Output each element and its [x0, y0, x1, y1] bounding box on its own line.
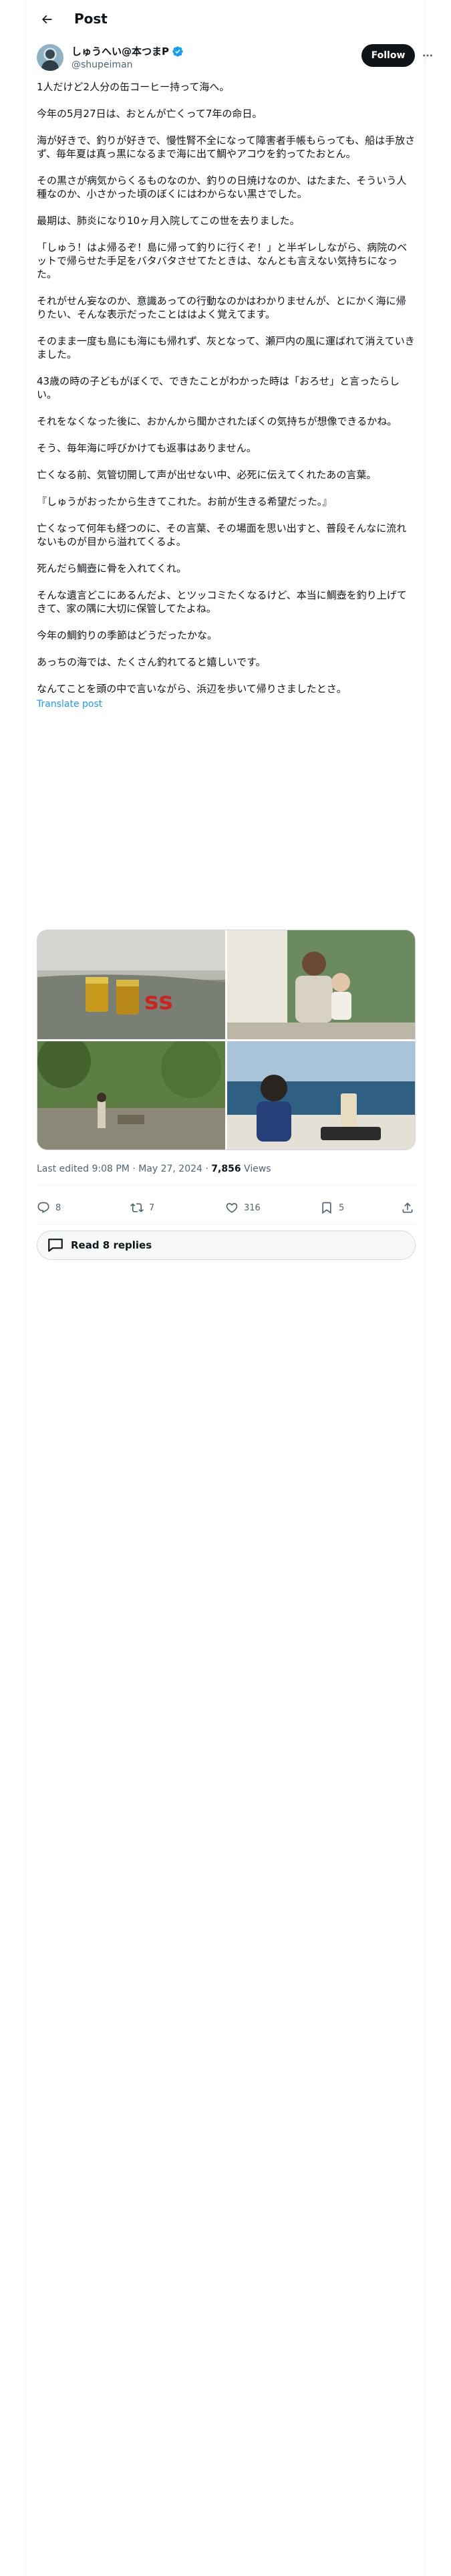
- repost-icon: [130, 1203, 144, 1212]
- tweet-paragraph: あっちの海では、たくさん釣れてると嬉しいです。: [37, 656, 266, 668]
- tweet-paragraph: それをなくなった後に、おかんから聞かされたぼくの気持ちが想像できるかね。: [37, 415, 398, 427]
- like-count: 316: [244, 1202, 261, 1213]
- tweet-paragraph: 海が好きで、釣りが好きで、慢性腎不全になって障害者手帳もらっても、船は手放さず、…: [37, 134, 416, 160]
- top-bar: Post: [26, 0, 426, 38]
- tweet-paragraph: 43歳の時の子どもがぼくで、できたことがわかった時は「おろせ」と言ったらしい。: [37, 375, 400, 401]
- page-title: Post: [74, 11, 108, 27]
- reply-count: 8: [55, 1202, 61, 1213]
- tweet-paragraph: 今年の5月27日は、おとんが亡くって7年の命日。: [37, 108, 263, 120]
- read-replies-label: Read 8 replies: [71, 1239, 152, 1251]
- tweet-paragraph: 亡くなって何年も経つのに、その言葉、その場面を思い出すと、普段そんなに流れないも…: [37, 522, 407, 548]
- edited-timestamp[interactable]: Last edited 9:08 PM · May 27, 2024 ·: [37, 1164, 211, 1174]
- photo-shoreline-garden[interactable]: [37, 1041, 225, 1150]
- read-replies-button[interactable]: Read 8 replies: [37, 1230, 416, 1260]
- tweet-text: 1人だけど2人分の缶コーヒー持って海へ。 今年の5月27日は、おとんが亡くって7…: [37, 80, 416, 710]
- bookmark-button[interactable]: 5: [320, 1194, 344, 1221]
- verified-badge-icon: [172, 46, 183, 57]
- repost-count: 7: [149, 1202, 155, 1213]
- photo-child-on-boat[interactable]: [227, 1041, 415, 1150]
- post-column: Post しゅうへい@本つまP @shupeiman Follow 1人だけど2…: [25, 0, 432, 2576]
- more-options-button[interactable]: [420, 48, 435, 63]
- tweet-paragraph: 亡くなる前、気管切開して声が出せない中、必死に伝えてくれたあの言葉。: [37, 469, 377, 481]
- tweet-paragraph: その黒さが病気からくるものなのか、釣りの日焼けなのか、はたまた、そういう人種なの…: [37, 175, 407, 200]
- translate-post-link[interactable]: Translate post: [37, 698, 416, 710]
- bookmark-count: 5: [339, 1202, 345, 1213]
- tweet-paragraph: なんてことを頭の中で言いながら、浜辺を歩いて帰りさましたとさ。: [37, 683, 347, 695]
- reply-button[interactable]: 8: [37, 1194, 61, 1221]
- avatar[interactable]: [37, 44, 63, 71]
- photo-coffee-cans-beach[interactable]: ss: [37, 930, 225, 1039]
- author-row: しゅうへい@本つまP @shupeiman Follow: [37, 44, 432, 74]
- follow-button[interactable]: Follow: [361, 44, 415, 67]
- back-button[interactable]: [35, 8, 58, 31]
- tweet-paragraph: 最期は、肺炎になり10ヶ月入院してこの世を去りました。: [37, 215, 300, 227]
- action-bar: 8 7 316 5: [37, 1194, 416, 1221]
- tweet-paragraph: そのまま一度も島にも海にも帰れず、灰となって、瀬戸内の風に運ばれて消えていきまし…: [37, 335, 415, 360]
- share-button[interactable]: [401, 1194, 420, 1221]
- media-grid: ss: [37, 930, 416, 1150]
- tweet-paragraph: それがせん妄なのか、意識あっての行動なのかはわかりませんが、とにかく海に帰りたい…: [37, 295, 406, 320]
- tweet-paragraph: 死んだら鯛壺に骨を入れてくれ。: [37, 562, 187, 574]
- divider: [37, 1185, 416, 1186]
- tweet-paragraph: そんな遺言どこにあるんだよ、とツッコミたくなるけど、本当に鯛壺を釣り上げてきて、…: [37, 589, 407, 615]
- views-label: Views: [241, 1164, 271, 1174]
- speech-bubble-icon: [48, 1239, 63, 1252]
- tweet-paragraph: 『しゅうがおったから生きてこれた。お前が生きる希望だった。』: [37, 496, 333, 508]
- share-icon: [402, 1202, 413, 1213]
- author-handle[interactable]: @shupeiman: [71, 59, 133, 71]
- tweet-paragraph: 今年の鯛釣りの季節はどうだったかな。: [37, 629, 218, 641]
- svg-text:ss: ss: [144, 988, 173, 1015]
- like-button[interactable]: 316: [225, 1194, 261, 1221]
- arrow-left-icon: [41, 15, 52, 24]
- views-count: 7,856: [211, 1164, 241, 1174]
- tweet-paragraph: そう、毎年海に呼びかけても返事はありません。: [37, 442, 257, 454]
- photo-father-and-child-boat[interactable]: [227, 930, 415, 1039]
- repost-button[interactable]: 7: [130, 1194, 154, 1221]
- tweet-paragraph: 1人だけど2人分の缶コーヒー持って海へ。: [37, 81, 230, 93]
- heart-icon: [226, 1202, 238, 1213]
- tweet-paragraph: 「しゅう！はよ帰るぞ！島に帰って釣りに行くぞ！」と半ギレしながら、病院のベットで…: [37, 241, 408, 280]
- reply-icon: [37, 1202, 49, 1214]
- bookmark-icon: [322, 1202, 331, 1214]
- author-display-name[interactable]: しゅうへい@本つまP: [71, 45, 169, 58]
- more-horizontal-icon: [423, 54, 432, 57]
- post-meta: Last edited 9:08 PM · May 27, 2024 · 7,8…: [37, 1162, 271, 1176]
